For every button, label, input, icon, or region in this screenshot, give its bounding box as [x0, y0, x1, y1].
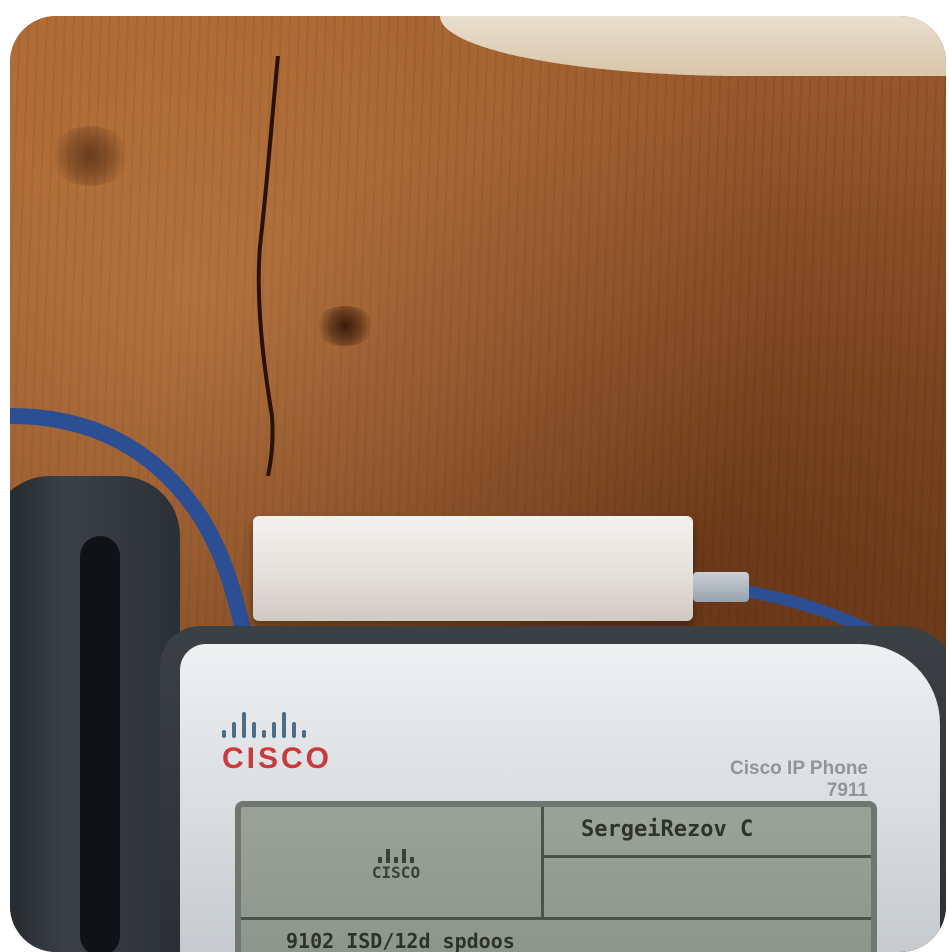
rj45-plug: [693, 572, 749, 602]
lcd-bridge-icon: [361, 843, 431, 863]
lcd-logo-text: CISCO: [371, 863, 421, 882]
lcd-cisco-logo: CISCO: [361, 843, 431, 903]
white-adapter-box: [253, 516, 693, 621]
lcd-screen: CISCO SergeiRezov C 9102 ISD/12d spdoos: [235, 801, 877, 952]
model-line-1: Cisco IP Phone: [730, 758, 868, 779]
model-line-2: 7911: [826, 780, 868, 801]
lcd-divider: [241, 917, 871, 920]
cisco-logo: CISCO: [222, 708, 362, 788]
cisco-wordmark: CISCO: [222, 742, 333, 775]
handset-groove: [80, 536, 120, 952]
lcd-status-line: 9102 ISD/12d spdoos: [286, 929, 515, 952]
cisco-bridge-icon: [222, 708, 362, 738]
photo-frame: CISCO Cisco IP Phone 7911 CISCO SergeiRe…: [10, 16, 946, 952]
lcd-divider: [541, 855, 871, 858]
lcd-divider: [541, 807, 544, 917]
lcd-user-name: SergeiRezov C: [581, 817, 754, 842]
model-label: Cisco IP Phone 7911: [730, 758, 868, 802]
